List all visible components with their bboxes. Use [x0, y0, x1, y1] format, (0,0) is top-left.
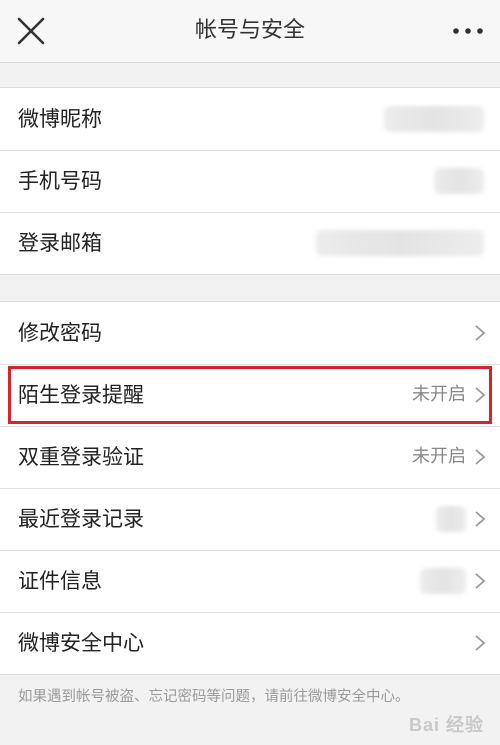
account-info-group: 微博昵称 手机号码 登录邮箱: [0, 87, 500, 275]
row-id-info[interactable]: 证件信息: [0, 550, 500, 612]
row-label: 最近登录记录: [18, 507, 144, 531]
watermark: Bai 经验: [408, 715, 484, 735]
chevron-right-icon: [475, 449, 486, 465]
row-phone-number[interactable]: 手机号码: [0, 150, 500, 212]
row-label: 登录邮箱: [18, 231, 102, 255]
chevron-right-icon: [475, 573, 486, 589]
row-change-password[interactable]: 修改密码: [0, 302, 500, 364]
security-group: 修改密码 陌生登录提醒 未开启 双重登录验证 未开启 最近登录记录 证件信息 微…: [0, 301, 500, 675]
row-label: 修改密码: [18, 321, 102, 345]
chevron-right-icon: [475, 511, 486, 527]
row-recent-login-records[interactable]: 最近登录记录: [0, 488, 500, 550]
row-two-factor-login[interactable]: 双重登录验证 未开启: [0, 426, 500, 488]
chevron-right-icon: [475, 325, 486, 341]
top-bar: 帐号与安全: [0, 0, 500, 63]
more-icon[interactable]: [450, 16, 486, 46]
row-label: 手机号码: [18, 169, 102, 193]
email-value-blurred: [316, 230, 484, 256]
row-login-email[interactable]: 登录邮箱: [0, 212, 500, 274]
row-label: 证件信息: [18, 569, 102, 593]
status-value: 未开启: [412, 446, 466, 467]
row-unfamiliar-login-alert[interactable]: 陌生登录提醒 未开启: [0, 364, 500, 426]
row-label: 双重登录验证: [18, 445, 144, 469]
row-weibo-security-center[interactable]: 微博安全中心: [0, 612, 500, 674]
highlight-box: [8, 366, 492, 424]
nickname-value-blurred: [384, 106, 484, 132]
row-weibo-nickname[interactable]: 微博昵称: [0, 88, 500, 150]
footer-note: 如果遇到帐号被盗、忘记密码等问题，请前往微博安全中心。: [18, 689, 410, 705]
chevron-right-icon: [475, 635, 486, 651]
recent-login-value-blurred: [436, 506, 466, 532]
phone-value-blurred: [434, 168, 484, 194]
id-info-value-blurred: [420, 568, 466, 594]
row-label: 微博安全中心: [18, 631, 144, 655]
row-label: 微博昵称: [18, 107, 102, 131]
page-title: 帐号与安全: [194, 18, 305, 43]
